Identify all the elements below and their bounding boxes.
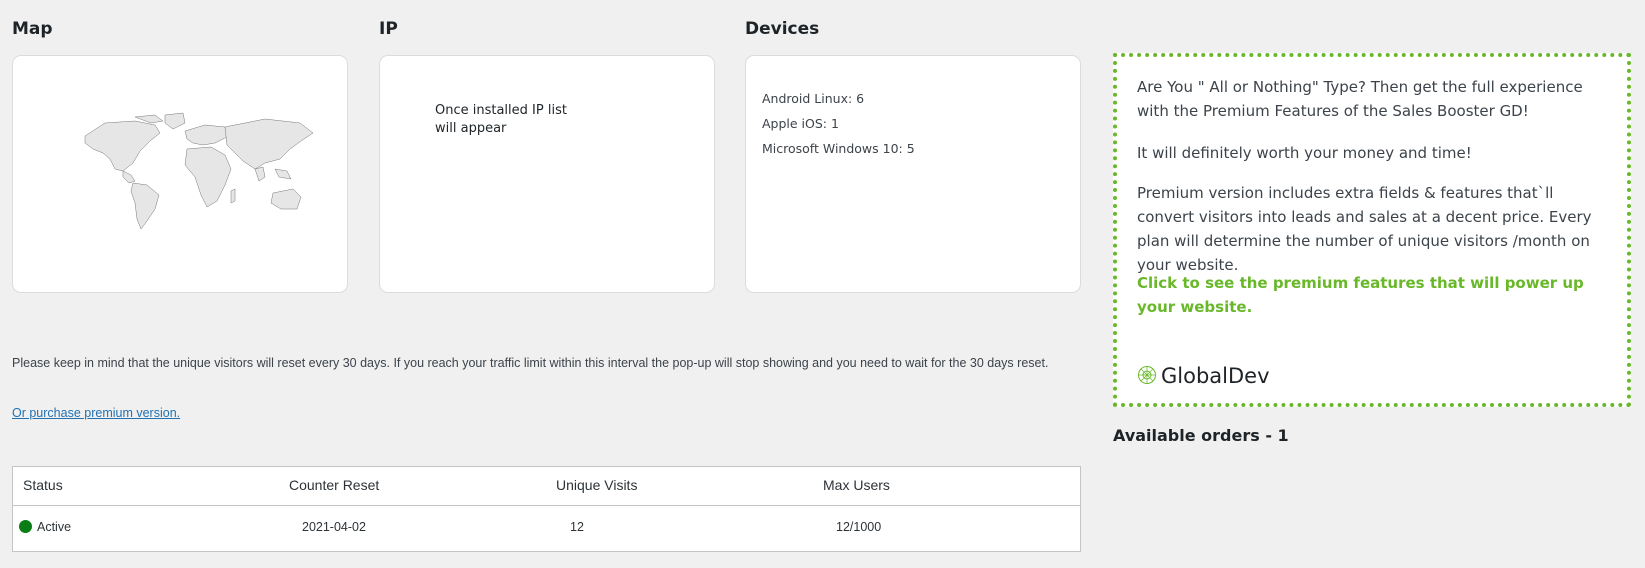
status-cell: Active — [19, 520, 71, 534]
devices-title: Devices — [745, 19, 820, 39]
brand-name: GlobalDev — [1161, 364, 1270, 388]
available-orders: Available orders - 1 — [1113, 426, 1289, 445]
header-unique-visits: Unique Visits — [556, 477, 638, 493]
ip-card: Once installed IP list will appear — [379, 55, 715, 293]
premium-promo-box: Are You " All or Nothing" Type? Then get… — [1113, 53, 1631, 407]
promo-paragraph-3: Premium version includes extra fields & … — [1137, 184, 1592, 274]
header-status: Status — [23, 477, 63, 493]
world-map[interactable] — [65, 111, 315, 231]
header-counter-reset: Counter Reset — [289, 477, 380, 493]
status-value: Active — [37, 520, 72, 534]
map-card — [12, 55, 348, 293]
unique-visits-cell: 12 — [570, 520, 584, 534]
promo-paragraph-2: It will definitely worth your money and … — [1137, 144, 1472, 162]
reset-note: Please keep in mind that the unique visi… — [12, 356, 1049, 370]
device-list: Android Linux: 6 Apple iOS: 1 Microsoft … — [762, 86, 915, 161]
premium-features-link[interactable]: Click to see the premium features that w… — [1137, 271, 1607, 319]
map-title: Map — [12, 19, 53, 39]
table-row: Active 2021-04-02 12 12/1000 — [13, 506, 1080, 552]
counter-reset-cell: 2021-04-02 — [302, 520, 366, 534]
promo-paragraph-1: Are You " All or Nothing" Type? Then get… — [1137, 78, 1583, 120]
max-users-cell: 12/1000 — [836, 520, 882, 534]
ip-title: IP — [379, 19, 398, 39]
device-item-windows: Microsoft Windows 10: 5 — [762, 141, 915, 156]
devices-card: Android Linux: 6 Apple iOS: 1 Microsoft … — [745, 55, 1081, 293]
table-header: Status Counter Reset Unique Visits Max U… — [13, 467, 1080, 506]
device-item-android: Android Linux: 6 — [762, 91, 865, 106]
purchase-premium-link[interactable]: Or purchase premium version. — [12, 406, 180, 420]
status-dot-icon — [19, 520, 32, 533]
ip-empty-message: Once installed IP list will appear — [435, 103, 567, 136]
device-item-ios: Apple iOS: 1 — [762, 116, 839, 131]
globaldev-logo-icon — [1138, 366, 1156, 384]
status-table: Status Counter Reset Unique Visits Max U… — [12, 466, 1081, 552]
header-max-users: Max Users — [823, 477, 890, 493]
brand-logo[interactable]: GlobalDev — [1137, 364, 1270, 388]
